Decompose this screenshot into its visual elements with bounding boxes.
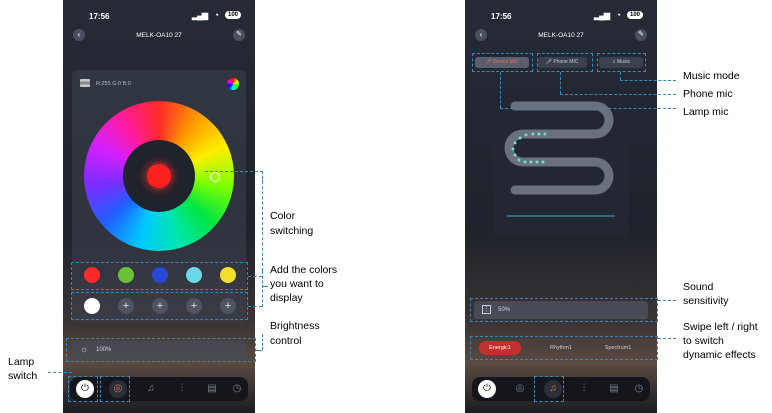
edit-icon[interactable]: ✎ <box>233 29 245 41</box>
annot-phone-mic-box <box>537 53 593 72</box>
device-title: MELK-OA10 27 <box>538 32 584 39</box>
annot-line <box>620 72 621 80</box>
serpentine-strip-visualizer <box>504 101 615 217</box>
rgb-readout: R:255 G:0 B:0 <box>96 81 131 87</box>
equalizer-icon[interactable]: ⫶ <box>173 380 191 398</box>
edit-icon[interactable]: ✎ <box>635 29 647 41</box>
annot-music-tab-box <box>534 376 564 402</box>
battery-icon: 100 <box>626 11 643 19</box>
label-add-colors: Add the colors you want to display <box>270 264 338 304</box>
annot-line <box>248 306 262 307</box>
annot-custom-box <box>71 292 248 320</box>
selected-color-preview <box>147 164 171 188</box>
annot-line <box>256 350 262 351</box>
annot-line <box>500 108 676 109</box>
label-lamp-switch: Lamp switch <box>8 356 38 382</box>
wifi-icon: ◔ <box>615 10 621 20</box>
status-time: 17:56 <box>89 12 110 21</box>
device-title: MELK-OA10 27 <box>136 32 182 39</box>
annot-line <box>262 334 263 350</box>
annot-line <box>262 271 263 307</box>
annot-swatch-box <box>71 262 248 290</box>
header: ‹ MELK-OA10 27 ✎ <box>63 29 255 43</box>
annot-brightness-box <box>66 338 256 362</box>
palette-icon <box>80 79 90 87</box>
label-music-mode: Music mode <box>683 70 740 82</box>
timer-icon[interactable]: ◷ <box>228 380 246 398</box>
label-phone-mic: Phone mic <box>683 88 733 100</box>
annot-line <box>620 80 676 81</box>
annot-line <box>560 94 676 95</box>
annot-power-box <box>68 376 98 402</box>
annot-line <box>500 72 501 108</box>
annot-music-box <box>597 53 646 72</box>
status-time: 17:56 <box>491 12 512 21</box>
status-bar: 17:56 ▂▄▆ ◔ 100 <box>465 10 657 24</box>
annot-line <box>262 286 268 287</box>
status-bar: 17:56 ▂▄▆ ◔ 100 <box>63 10 255 24</box>
scene-icon[interactable]: ▤ <box>605 380 623 398</box>
color-icon[interactable]: ◎ <box>511 380 529 398</box>
annot-color-tab-box <box>100 376 130 402</box>
wifi-icon: ◔ <box>213 10 219 20</box>
annot-line <box>658 338 676 339</box>
label-color-switching: Color switching <box>270 210 314 237</box>
annot-line <box>262 171 263 271</box>
signal-icon: ▂▄▆ <box>192 11 208 20</box>
music-icon[interactable]: ♫ <box>142 380 160 398</box>
annot-line <box>248 276 262 277</box>
color-picker-icon[interactable] <box>227 78 239 90</box>
scene-icon[interactable]: ▤ <box>203 380 221 398</box>
annot-line <box>658 300 676 301</box>
timer-icon[interactable]: ◷ <box>630 380 648 398</box>
header: ‹ MELK-OA10 27 ✎ <box>465 29 657 43</box>
label-swipe-effects: Swipe left / right to switch dynamic eff… <box>683 321 758 361</box>
label-lamp-mic: Lamp mic <box>683 106 729 118</box>
label-sound-sensitivity: Sound sensitivity <box>683 281 729 307</box>
annot-sensitivity-box <box>470 298 658 322</box>
power-icon[interactable]: ⏻ <box>478 380 496 398</box>
label-brightness: Brightness control <box>270 320 320 347</box>
annot-device-mic-box <box>472 53 533 72</box>
signal-icon: ▂▄▆ <box>594 11 610 20</box>
annot-color-wheel-box <box>205 171 263 183</box>
annot-line <box>48 372 72 373</box>
annot-effects-box <box>470 336 658 360</box>
annot-line <box>560 72 561 94</box>
equalizer-icon[interactable]: ⫶ <box>575 380 593 398</box>
battery-icon: 100 <box>224 11 241 19</box>
